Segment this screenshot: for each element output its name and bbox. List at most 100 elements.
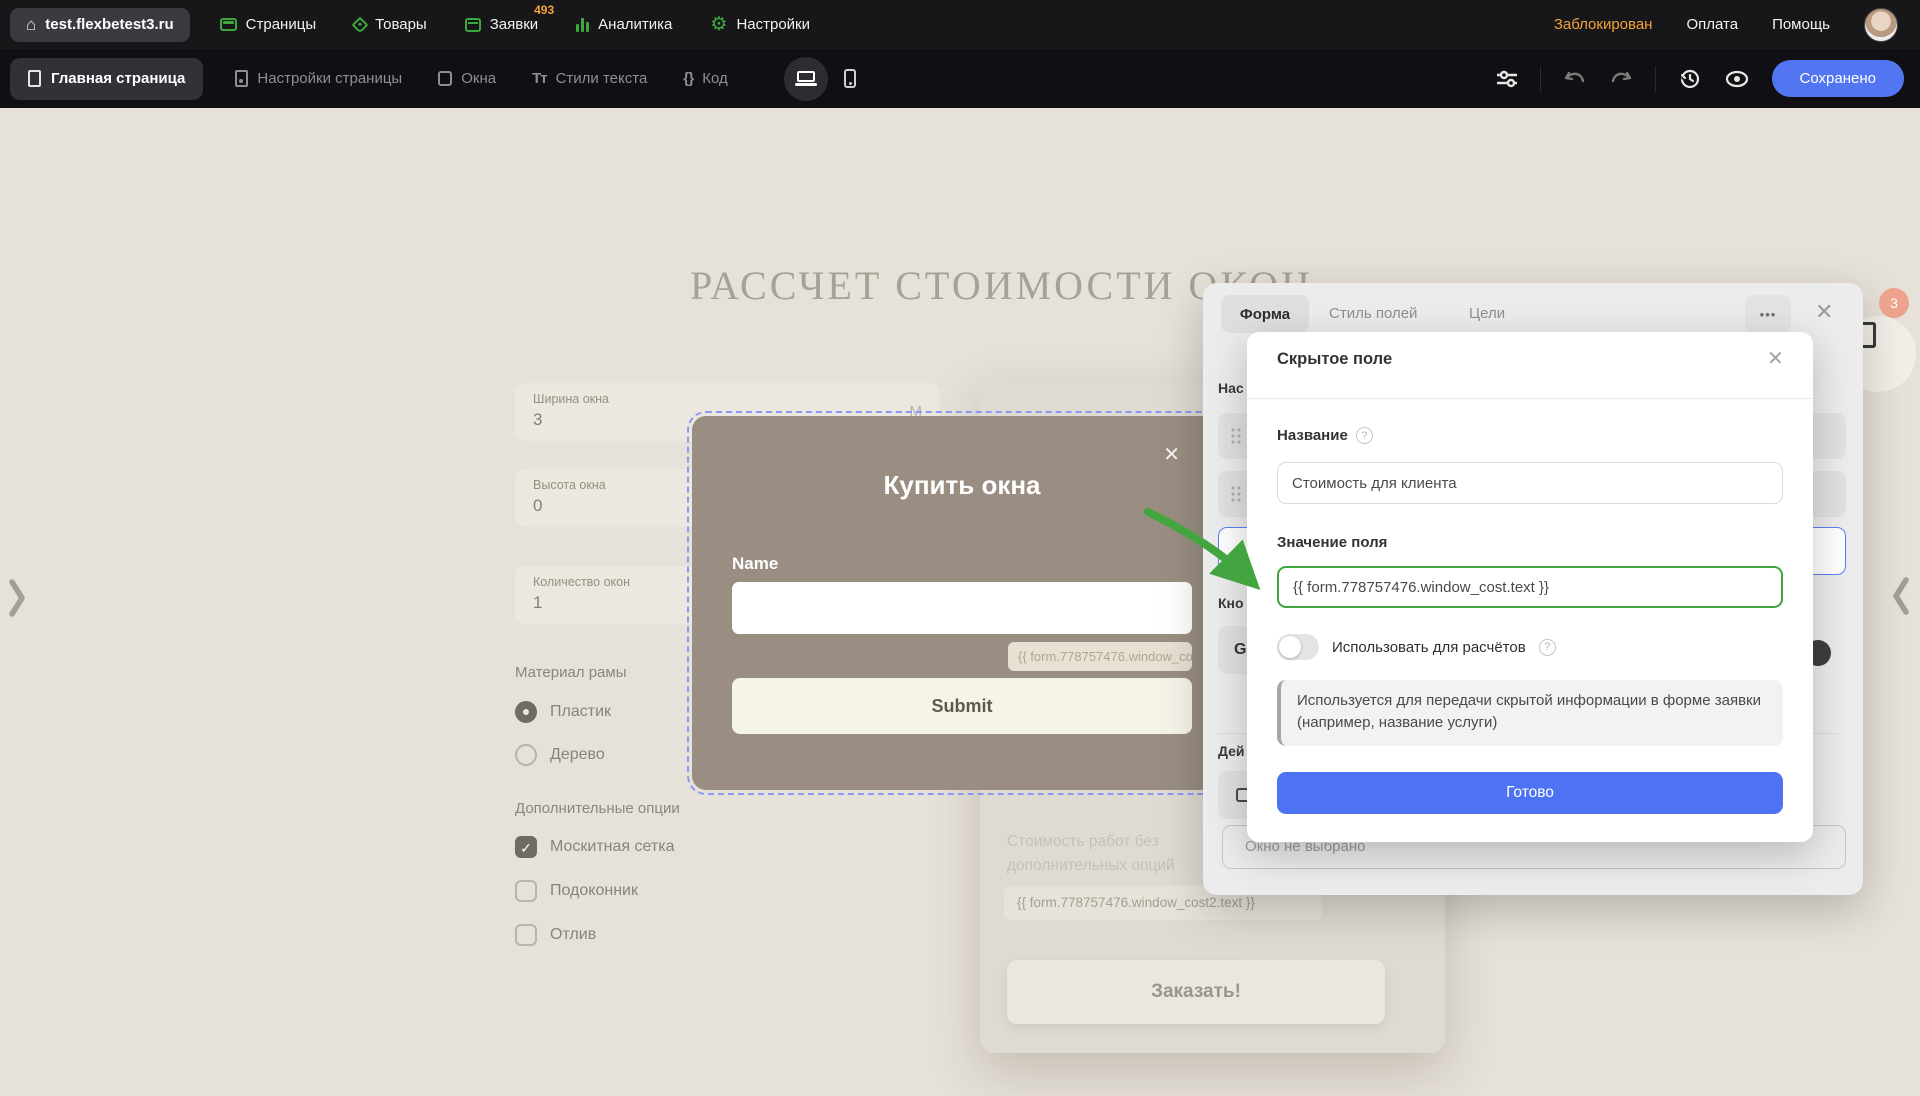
notification-badge: 3 xyxy=(1879,288,1909,318)
avatar[interactable] xyxy=(1864,8,1898,42)
checkbox-mosquito-net[interactable]: ✓ Москитная сетка xyxy=(515,836,674,858)
tab-form[interactable]: Форма xyxy=(1221,295,1309,333)
phone-dot xyxy=(849,82,852,85)
windows-button[interactable]: Окна xyxy=(438,70,496,87)
page-settings-button[interactable]: Настройки страницы xyxy=(235,70,402,87)
popup-submit-button[interactable]: Submit xyxy=(732,678,1192,734)
popup-name-label: Name xyxy=(732,554,778,574)
nav-pages-label: Страницы xyxy=(246,16,316,33)
checkbox-mosquito-label: Москитная сетка xyxy=(550,838,674,856)
code-button[interactable]: { } Код xyxy=(683,70,727,87)
radio-wood[interactable]: Дерево xyxy=(515,744,605,766)
checkbox-checked-icon: ✓ xyxy=(515,836,537,858)
site-button[interactable]: ⌂ test.flexbetest3.ru xyxy=(10,8,190,42)
name-label-row: Название ? xyxy=(1277,427,1373,444)
payment-link[interactable]: Оплата xyxy=(1686,16,1738,33)
radio-selected-icon xyxy=(515,701,537,723)
help-icon[interactable]: ? xyxy=(1539,639,1556,656)
blocked-link[interactable]: Заблокирован xyxy=(1554,16,1653,33)
width-field-label: Ширина окна xyxy=(533,392,922,406)
undo-icon[interactable] xyxy=(1563,69,1587,89)
next-section-chevron[interactable] xyxy=(1892,576,1910,616)
buy-windows-popup[interactable]: Купить окна ✕ Name {{ form.778757476.win… xyxy=(692,416,1232,790)
nav-pages[interactable]: Страницы xyxy=(220,16,316,33)
calc-toggle-label: Использовать для расчётов xyxy=(1332,639,1526,656)
order-button[interactable]: Заказать! xyxy=(1007,960,1385,1024)
popup-hidden-field-tag[interactable]: {{ form.778757476.window_cost.text }} xyxy=(1008,642,1192,671)
drag-handle-icon[interactable] xyxy=(1230,485,1242,503)
page-icon xyxy=(28,70,41,87)
divider xyxy=(1655,66,1656,92)
radio-unselected-icon xyxy=(515,744,537,766)
nav-analytics[interactable]: Аналитика xyxy=(576,16,672,33)
nav-settings[interactable]: ⚙ Настройки xyxy=(710,15,810,34)
drag-handle-icon[interactable] xyxy=(1230,427,1242,445)
checkbox-windowsill[interactable]: Подоконник xyxy=(515,880,638,902)
sliders-icon[interactable] xyxy=(1496,69,1518,89)
extras-section-label: Дополнительные опции xyxy=(515,800,680,817)
home-icon: ⌂ xyxy=(26,16,36,33)
pages-icon xyxy=(220,18,237,31)
calc-toggle[interactable] xyxy=(1277,634,1319,660)
hidden-field-name-input[interactable] xyxy=(1277,462,1783,504)
help-link[interactable]: Помощь xyxy=(1772,16,1830,33)
tab-goals[interactable]: Цели xyxy=(1469,305,1505,322)
dialog-close-icon[interactable]: ✕ xyxy=(1767,346,1784,371)
radio-plastic-label: Пластик xyxy=(550,703,611,721)
radio-plastic[interactable]: Пластик xyxy=(515,701,611,723)
panel-menu-button[interactable]: ••• xyxy=(1745,295,1791,333)
hidden-field-dialog: Скрытое поле ✕ Название ? Значение поля … xyxy=(1247,332,1813,842)
current-page-button[interactable]: Главная страница xyxy=(10,58,203,100)
hidden-field-value-input[interactable] xyxy=(1277,566,1783,608)
history-icon[interactable] xyxy=(1678,67,1702,91)
done-button[interactable]: Готово xyxy=(1277,772,1783,814)
checkbox-icon xyxy=(515,924,537,946)
toolbar-items: Настройки страницы Окна Tт Стили текста … xyxy=(235,70,727,87)
divider xyxy=(1247,398,1813,399)
checkbox-windowsill-label: Подоконник xyxy=(550,882,638,900)
device-toggle xyxy=(784,57,856,101)
saved-button[interactable]: Сохранено xyxy=(1772,60,1904,97)
tag-icon xyxy=(352,16,369,33)
preview-eye-icon[interactable] xyxy=(1724,69,1750,89)
text-styles-button[interactable]: Tт Стили текста xyxy=(532,70,647,87)
clipped-settings-label: Нас xyxy=(1218,380,1244,396)
button-text-fragment: G xyxy=(1234,641,1246,658)
code-label: Код xyxy=(702,70,728,87)
top-right-group: Заблокирован Оплата Помощь xyxy=(1554,8,1898,42)
text-style-icon: Tт xyxy=(532,70,547,87)
code-icon: { } xyxy=(683,70,693,87)
analytics-icon xyxy=(576,18,589,32)
popup-name-input[interactable] xyxy=(732,582,1192,634)
popup-close-icon[interactable]: ✕ xyxy=(1163,442,1180,467)
leads-count-badge: 493 xyxy=(534,3,554,17)
desktop-view-button[interactable] xyxy=(784,57,828,101)
checkbox-drip[interactable]: Отлив xyxy=(515,924,596,946)
nav-products-label: Товары xyxy=(375,16,427,33)
clipped-actions-label: Дей xyxy=(1218,743,1245,759)
windows-label: Окна xyxy=(461,70,496,87)
material-section-label: Материал рамы xyxy=(515,664,626,681)
page-settings-label: Настройки страницы xyxy=(257,70,402,87)
calc-toggle-row: Использовать для расчётов ? xyxy=(1277,634,1556,660)
tab-field-style[interactable]: Стиль полей xyxy=(1329,305,1417,322)
hidden-field-hint: Используется для передачи скрытой информ… xyxy=(1277,680,1783,746)
prev-section-chevron[interactable] xyxy=(8,578,26,618)
dialog-title: Скрытое поле xyxy=(1277,350,1392,369)
desktop-icon xyxy=(795,71,817,86)
nav-leads[interactable]: Заявки 493 xyxy=(465,16,538,33)
nav-analytics-label: Аналитика xyxy=(598,16,672,33)
text-styles-label: Стили текста xyxy=(556,70,648,87)
redo-icon[interactable] xyxy=(1609,69,1633,89)
checkbox-drip-label: Отлив xyxy=(550,926,596,944)
radio-wood-label: Дерево xyxy=(550,746,605,764)
top-nav: Страницы Товары Заявки 493 Аналитика ⚙ Н… xyxy=(220,15,810,34)
nav-products[interactable]: Товары xyxy=(354,16,427,33)
panel-close-icon[interactable]: ✕ xyxy=(1815,299,1833,325)
toolbar-right: Сохранено xyxy=(1496,60,1904,97)
help-icon[interactable]: ? xyxy=(1356,427,1373,444)
mobile-view-button[interactable] xyxy=(844,69,856,88)
current-page-label: Главная страница xyxy=(51,70,185,87)
site-name: test.flexbetest3.ru xyxy=(45,16,173,33)
gear-icon: ⚙ xyxy=(710,15,727,34)
